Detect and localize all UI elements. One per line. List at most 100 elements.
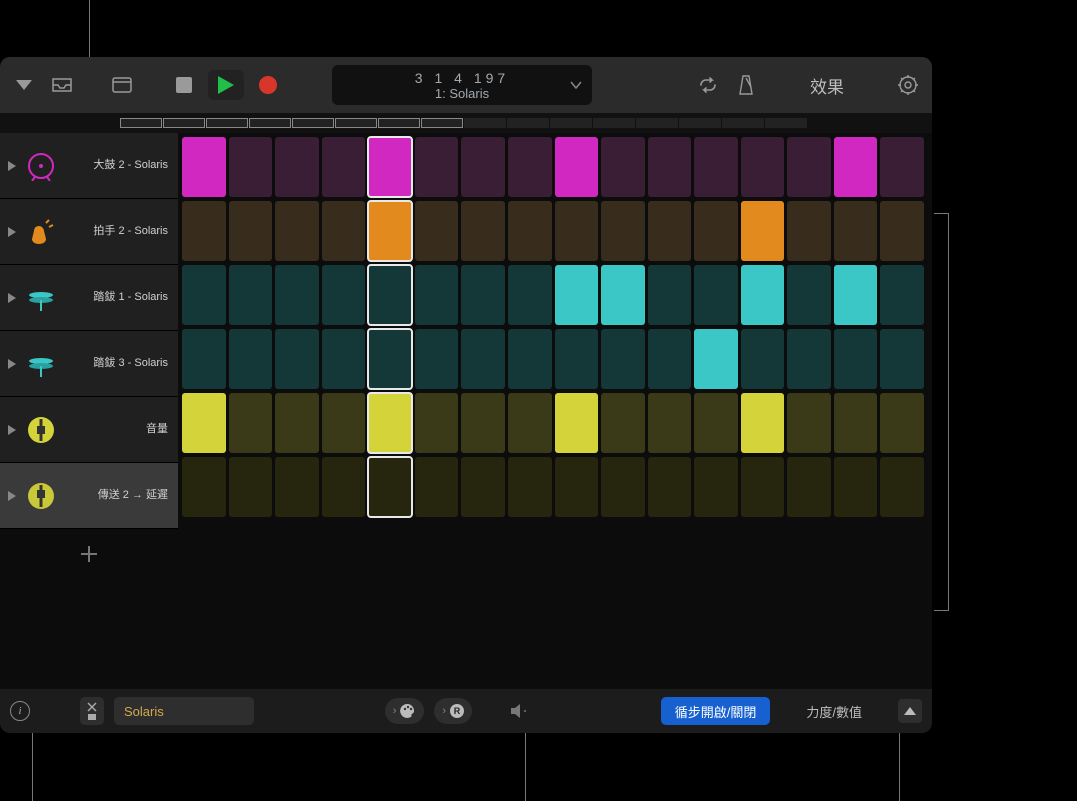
step-cell[interactable] — [648, 393, 692, 453]
step-cell[interactable] — [880, 265, 924, 325]
step-cell[interactable] — [275, 137, 319, 197]
step-cell[interactable] — [601, 265, 645, 325]
step-cell[interactable] — [182, 393, 226, 453]
step-cell[interactable] — [880, 201, 924, 261]
track-play-icon[interactable] — [6, 425, 18, 435]
step-cell[interactable] — [368, 265, 412, 325]
speaker-icon[interactable] — [510, 703, 530, 719]
step-cell[interactable] — [461, 137, 505, 197]
step-cell[interactable] — [787, 137, 831, 197]
step-cell[interactable] — [508, 329, 552, 389]
track-header[interactable]: 大鼓 2 - Solaris — [0, 133, 178, 199]
step-cell[interactable] — [508, 201, 552, 261]
step-cell[interactable] — [415, 265, 459, 325]
step-cell[interactable] — [787, 393, 831, 453]
step-cell[interactable] — [741, 329, 785, 389]
close-panel-button[interactable] — [80, 697, 104, 725]
step-cell[interactable] — [322, 265, 366, 325]
step-cell[interactable] — [648, 457, 692, 517]
step-cell[interactable] — [648, 265, 692, 325]
track-header[interactable]: 音量 — [0, 397, 178, 463]
step-cell[interactable] — [555, 329, 599, 389]
step-cell[interactable] — [508, 265, 552, 325]
step-cell[interactable] — [834, 265, 878, 325]
randomize-button[interactable]: › R — [434, 698, 472, 724]
view-icon[interactable] — [108, 71, 136, 99]
step-cell[interactable] — [415, 329, 459, 389]
step-cell[interactable] — [601, 393, 645, 453]
pattern-name-field[interactable]: Solaris — [114, 697, 254, 725]
step-cell[interactable] — [694, 201, 738, 261]
track-header[interactable]: 踏鈸 3 - Solaris — [0, 331, 178, 397]
step-cell[interactable] — [648, 137, 692, 197]
step-cell[interactable] — [368, 329, 412, 389]
step-cell[interactable] — [322, 393, 366, 453]
loop-icon[interactable] — [694, 71, 722, 99]
step-cell[interactable] — [880, 393, 924, 453]
fx-button[interactable]: 效果 — [810, 73, 844, 98]
step-cell[interactable] — [787, 457, 831, 517]
step-cell[interactable] — [275, 265, 319, 325]
step-cell[interactable] — [275, 393, 319, 453]
step-cell[interactable] — [322, 137, 366, 197]
info-icon[interactable]: i — [10, 701, 30, 721]
step-cell[interactable] — [508, 393, 552, 453]
step-cell[interactable] — [694, 329, 738, 389]
step-cell[interactable] — [601, 137, 645, 197]
step-cell[interactable] — [508, 457, 552, 517]
step-cell[interactable] — [182, 201, 226, 261]
step-cell[interactable] — [461, 265, 505, 325]
step-cell[interactable] — [834, 329, 878, 389]
step-cell[interactable] — [508, 137, 552, 197]
step-cell[interactable] — [880, 137, 924, 197]
step-cell[interactable] — [322, 201, 366, 261]
step-cell[interactable] — [741, 137, 785, 197]
settings-gear-icon[interactable] — [894, 71, 922, 99]
expand-up-button[interactable] — [898, 699, 922, 723]
step-cell[interactable] — [275, 329, 319, 389]
step-cell[interactable] — [880, 457, 924, 517]
track-play-icon[interactable] — [6, 227, 18, 237]
play-button[interactable] — [208, 70, 244, 100]
step-cell[interactable] — [229, 201, 273, 261]
step-cell[interactable] — [880, 329, 924, 389]
add-track-button[interactable] — [0, 529, 178, 579]
step-cell[interactable] — [368, 201, 412, 261]
step-cell[interactable] — [322, 329, 366, 389]
timeline-overview[interactable] — [0, 113, 932, 133]
step-cell[interactable] — [555, 457, 599, 517]
step-cell[interactable] — [741, 265, 785, 325]
step-cell[interactable] — [694, 393, 738, 453]
step-cell[interactable] — [415, 201, 459, 261]
step-cell[interactable] — [834, 393, 878, 453]
step-cell[interactable] — [229, 265, 273, 325]
edit-mode-label[interactable]: 力度/數值 — [806, 702, 862, 721]
step-cell[interactable] — [461, 329, 505, 389]
step-cell[interactable] — [415, 137, 459, 197]
step-cell[interactable] — [368, 137, 412, 197]
step-cell[interactable] — [787, 201, 831, 261]
lcd-display[interactable]: 3 1 4 197 1: Solaris — [332, 65, 592, 105]
step-cell[interactable] — [787, 265, 831, 325]
step-cell[interactable] — [648, 329, 692, 389]
chevron-down-icon[interactable] — [10, 71, 38, 99]
track-play-icon[interactable] — [6, 161, 18, 171]
metronome-icon[interactable] — [732, 71, 760, 99]
step-cell[interactable] — [368, 457, 412, 517]
stop-button[interactable] — [170, 71, 198, 99]
track-play-icon[interactable] — [6, 359, 18, 369]
step-cell[interactable] — [322, 457, 366, 517]
step-cell[interactable] — [275, 201, 319, 261]
track-header[interactable]: 傳送 2 → 延遲 — [0, 463, 178, 529]
step-cell[interactable] — [601, 201, 645, 261]
step-cell[interactable] — [694, 265, 738, 325]
step-cell[interactable] — [182, 329, 226, 389]
step-cell[interactable] — [834, 201, 878, 261]
step-cell[interactable] — [787, 329, 831, 389]
record-button[interactable] — [254, 71, 282, 99]
lcd-chevron-icon[interactable] — [570, 81, 582, 89]
step-cell[interactable] — [694, 137, 738, 197]
step-cell[interactable] — [461, 201, 505, 261]
step-cell[interactable] — [694, 457, 738, 517]
step-cell[interactable] — [229, 457, 273, 517]
